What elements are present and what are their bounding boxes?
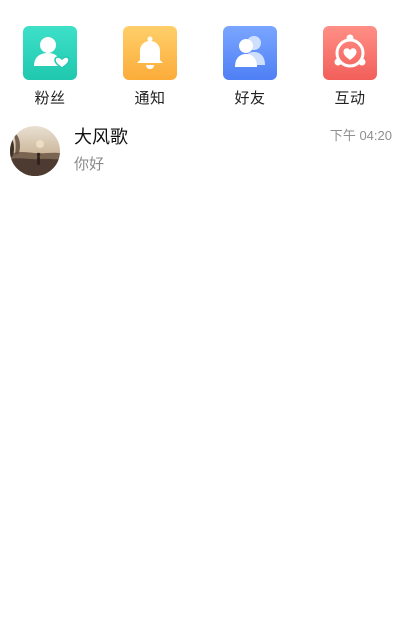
shortcut-label: 通知 <box>134 89 166 107</box>
shortcut-label: 好友 <box>234 89 266 107</box>
friends-icon <box>223 26 277 80</box>
user-avatar[interactable] <box>10 126 60 176</box>
shortcut-fans[interactable]: 粉丝 <box>10 26 90 110</box>
last-message: 你好 <box>74 155 105 173</box>
contact-name: 大风歌 <box>74 127 128 148</box>
shortcut-label: 粉丝 <box>34 89 66 107</box>
conversation-item[interactable]: 大风歌 你好 下午 04:20 <box>0 124 400 180</box>
shortcut-interaction[interactable]: 互动 <box>310 26 390 110</box>
message-time: 下午 04:20 <box>329 128 392 143</box>
interaction-heart-icon <box>323 26 377 80</box>
fans-icon <box>23 26 77 80</box>
shortcut-notifications[interactable]: 通知 <box>110 26 190 110</box>
shortcut-label: 互动 <box>334 89 366 107</box>
shortcut-bar: 粉丝 通知 好友 互动 <box>0 26 400 110</box>
shortcut-friends[interactable]: 好友 <box>210 26 290 110</box>
bell-icon <box>123 26 177 80</box>
messages-page: 粉丝 通知 好友 互动 大风歌 你好 下午 04:20 <box>0 0 400 640</box>
